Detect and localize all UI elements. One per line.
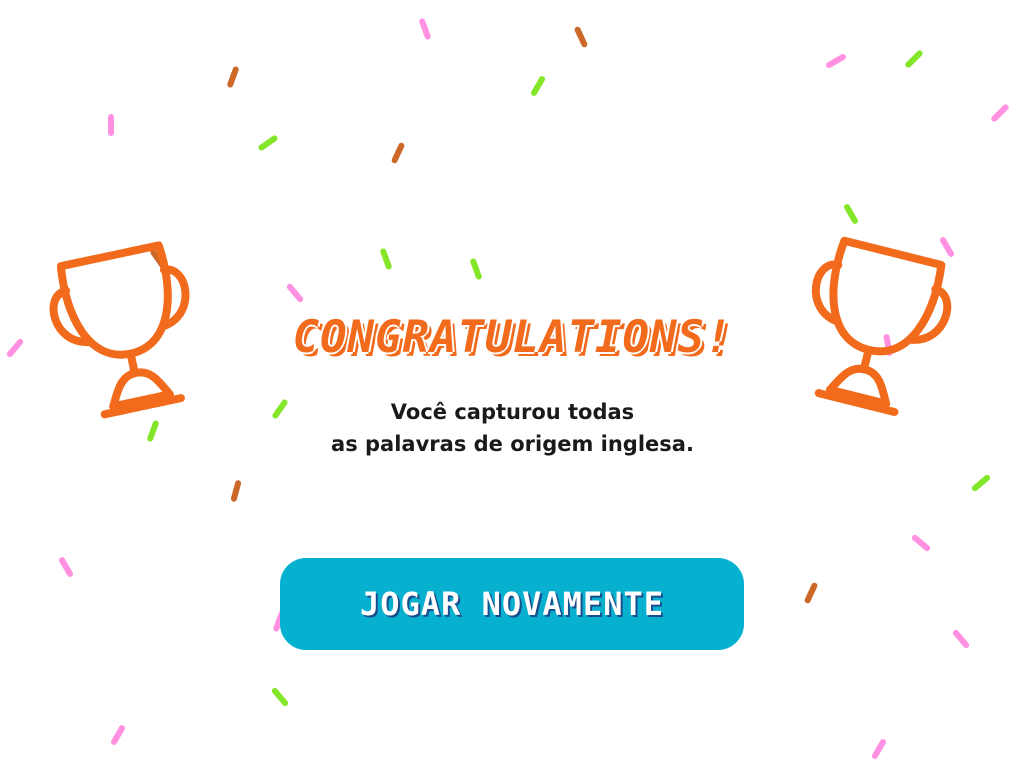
confetti-piece [904, 49, 924, 69]
confetti-piece [226, 65, 240, 89]
confetti-piece [57, 555, 75, 579]
confetti-piece [842, 202, 860, 226]
confetti-piece [270, 686, 290, 708]
message-line-2: as palavras de origem inglesa. [331, 432, 694, 456]
confetti-piece [970, 473, 992, 493]
confetti-piece [230, 479, 242, 503]
confetti-piece [990, 103, 1010, 123]
confetti-piece [418, 17, 432, 41]
confetti-piece [108, 114, 114, 136]
end-screen: CONGRATULATIONS! Você capturou todas as … [0, 0, 1025, 769]
confetti-piece [910, 533, 932, 553]
confetti-piece [870, 737, 888, 761]
confetti-piece [469, 257, 483, 281]
confetti-piece [573, 25, 589, 49]
confetti-piece [257, 134, 279, 152]
congratulations-heading: CONGRATULATIONS! [292, 312, 733, 363]
play-again-button[interactable]: JOGAR NOVAMENTE [280, 558, 744, 650]
completion-message: Você capturou todas as palavras de orige… [0, 396, 1025, 460]
confetti-piece [951, 628, 971, 650]
confetti-piece [379, 247, 393, 271]
confetti-piece [529, 74, 547, 98]
confetti-piece [390, 141, 406, 165]
confetti-piece [803, 581, 819, 605]
message-line-1: Você capturou todas [390, 400, 635, 424]
confetti-piece [824, 52, 848, 70]
confetti-piece [285, 282, 305, 304]
confetti-piece [109, 723, 127, 747]
